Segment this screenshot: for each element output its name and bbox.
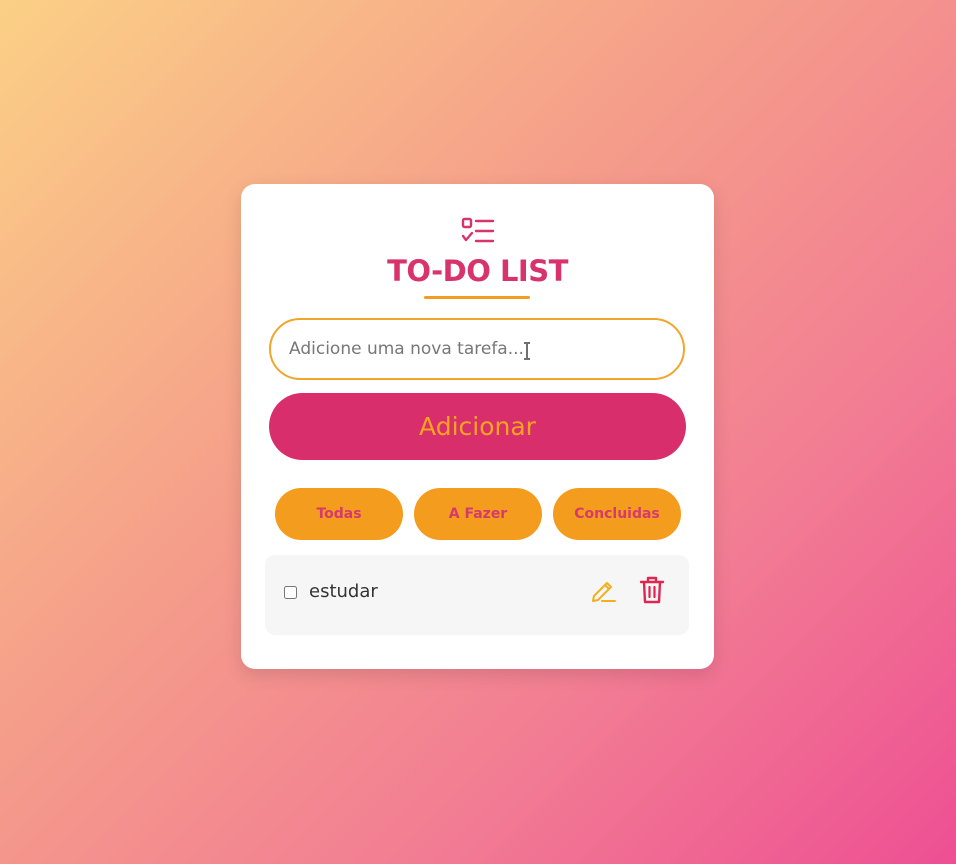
title-underline xyxy=(424,296,530,299)
pencil-icon xyxy=(592,582,616,602)
task-list: estudar xyxy=(265,555,689,635)
filter-todo-button[interactable]: A Fazer xyxy=(414,488,542,540)
filter-all-button[interactable]: Todas xyxy=(275,488,403,540)
checklist-icon xyxy=(461,217,495,243)
text-cursor-icon xyxy=(524,342,530,360)
edit-task-button[interactable] xyxy=(589,576,617,604)
add-task-button[interactable]: Adicionar xyxy=(269,393,686,460)
new-task-input[interactable] xyxy=(269,318,685,380)
task-checkbox[interactable] xyxy=(284,586,297,599)
delete-task-button[interactable] xyxy=(639,575,665,605)
task-text: estudar xyxy=(309,581,378,602)
task-item: estudar xyxy=(265,555,689,635)
page-title: TO-DO LIST xyxy=(387,254,568,288)
todo-card: TO-DO LIST Adicionar Todas A Fazer Concl… xyxy=(241,184,714,669)
filter-done-button[interactable]: Concluidas xyxy=(553,488,681,540)
trash-icon xyxy=(639,576,665,604)
